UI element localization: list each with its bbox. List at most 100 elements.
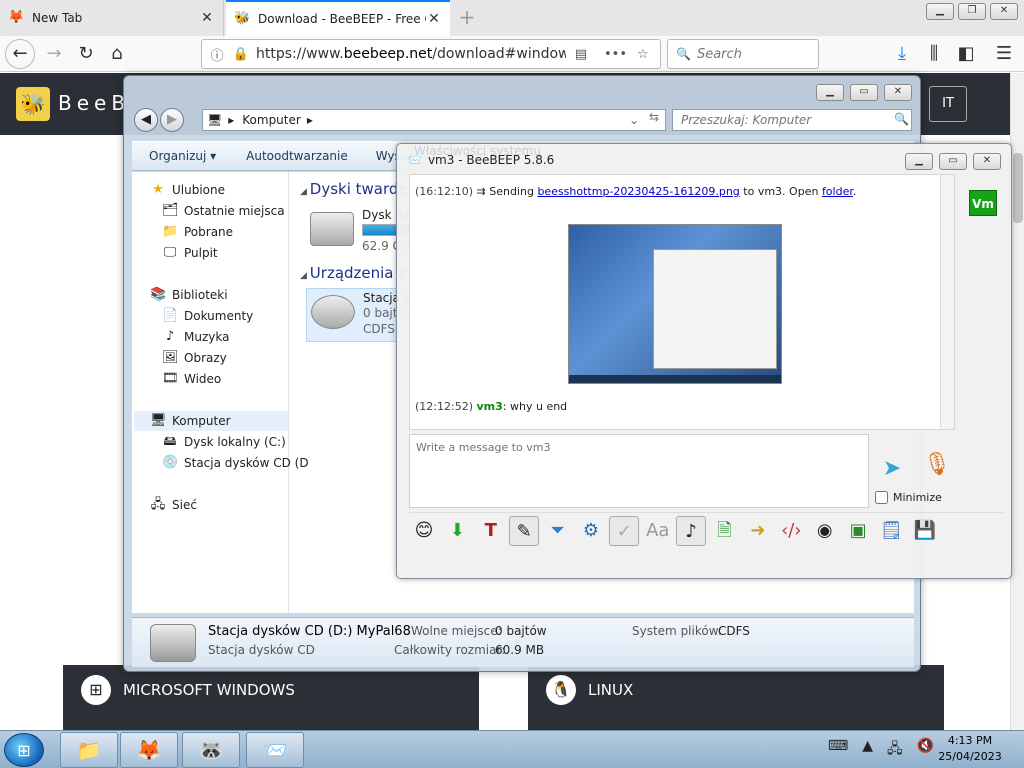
send-file-icon[interactable]: 🗎 bbox=[710, 516, 740, 546]
page-scrollbar[interactable] bbox=[1010, 73, 1024, 730]
explorer-forward-button[interactable]: ▶ bbox=[160, 108, 184, 132]
autoplay-button[interactable]: Autoodtwarzanie bbox=[246, 149, 348, 163]
explorer-maximize-button[interactable]: ▭ bbox=[850, 84, 878, 101]
user-badge[interactable]: Vm bbox=[969, 190, 997, 216]
language-button[interactable]: IT bbox=[929, 86, 967, 122]
chat-maximize-button[interactable]: ▭ bbox=[939, 153, 967, 170]
explorer-close-button[interactable]: ✕ bbox=[884, 84, 912, 101]
explorer-back-button[interactable]: ◀ bbox=[134, 108, 158, 132]
nav-libraries[interactable]: 📚 Biblioteki bbox=[150, 285, 228, 305]
nav-downloads[interactable]: 📁 Pobrane bbox=[162, 222, 233, 242]
screenshot-icon[interactable]: ▣ bbox=[843, 516, 873, 546]
beebeep-logo-icon[interactable]: 🐝 bbox=[16, 87, 50, 121]
nav-pictures[interactable]: 🖼 Obrazy bbox=[162, 348, 227, 368]
back-button[interactable]: ← bbox=[5, 39, 35, 69]
message-input[interactable] bbox=[409, 434, 869, 508]
tab-download-beebeep[interactable]: 🐝 Download - BeeBEEP - Free Offi ✕ bbox=[226, 0, 450, 36]
nav-computer[interactable]: 🖥 Komputer bbox=[134, 411, 288, 431]
nav-music[interactable]: ♪ Muzyka bbox=[162, 327, 230, 347]
close-tab-icon[interactable]: ✕ bbox=[426, 11, 442, 27]
screenshot-thumbnail[interactable] bbox=[568, 224, 782, 384]
download-arrow-icon[interactable]: ⤓ bbox=[888, 40, 916, 68]
breadcrumb-arrow-icon[interactable]: ▸ bbox=[228, 113, 234, 127]
explorer-address-bar[interactable]: 🖥 ▸ Komputer ▸ ⌄ bbox=[202, 109, 666, 131]
search-icon[interactable]: 🔍 bbox=[894, 112, 909, 126]
taskbar-clock[interactable]: 4:13 PM 25/04/2023 bbox=[934, 733, 1006, 765]
save-chat-icon[interactable]: 💾 bbox=[910, 516, 940, 546]
minimize-check[interactable] bbox=[875, 491, 888, 504]
restore-window-button[interactable]: ❐ bbox=[958, 3, 986, 20]
library-icon[interactable]: ⫼ bbox=[920, 40, 948, 68]
chat-message-log[interactable]: (16:12:10) ⇉ Sending beesshottmp-2023042… bbox=[409, 174, 955, 430]
nav-cd-drive[interactable]: 💿 Stacja dysków CD (D bbox=[162, 453, 309, 473]
nav-video[interactable]: 🎞 Wideo bbox=[162, 369, 221, 389]
chat-close-button[interactable]: ✕ bbox=[973, 153, 1001, 170]
tab-new-tab[interactable]: 🦊 New Tab ✕ bbox=[0, 0, 224, 36]
nav-network[interactable]: 🖧 Sieć bbox=[150, 495, 197, 515]
breadcrumb-arrow-icon[interactable]: ▸ bbox=[307, 113, 313, 127]
bookmark-star-icon[interactable]: ☆ bbox=[634, 47, 652, 62]
taskbar-raccoon-app-icon[interactable]: 🦝 bbox=[182, 732, 240, 768]
code-icon[interactable]: ‹/› bbox=[776, 516, 806, 546]
scroll-thumb[interactable] bbox=[1013, 153, 1023, 223]
search-bar[interactable]: 🔍 bbox=[667, 39, 819, 69]
group-hard-disks[interactable]: Dyski twarde bbox=[300, 180, 408, 198]
menu-hamburger-icon[interactable]: ☰ bbox=[990, 40, 1018, 68]
minimize-checkbox[interactable]: Minimize bbox=[875, 491, 942, 504]
download-windows[interactable]: ⊞ MICROSOFT WINDOWS bbox=[63, 665, 479, 730]
download-arrow-icon[interactable]: ⬇ bbox=[442, 516, 472, 546]
color-pen-icon[interactable]: ✎ bbox=[509, 515, 540, 546]
emoticon-icon[interactable]: 😊 bbox=[409, 516, 439, 546]
breadcrumb[interactable]: Komputer bbox=[242, 113, 301, 127]
notes-icon[interactable]: 🗒 bbox=[876, 516, 906, 546]
reload-button[interactable]: ↻ bbox=[72, 40, 100, 68]
nav-favorites[interactable]: ★ Ulubione bbox=[150, 180, 225, 200]
font-icon[interactable]: T bbox=[476, 516, 506, 546]
url-text[interactable]: https://www.beebeep.net/download#window bbox=[256, 46, 566, 62]
camera-icon[interactable]: ◉ bbox=[810, 516, 840, 546]
explorer-search-input[interactable] bbox=[672, 109, 912, 131]
microphone-icon[interactable]: 🎙 bbox=[923, 452, 951, 486]
taskbar-firefox-icon[interactable]: 🦊 bbox=[120, 732, 178, 768]
taskbar-beebeep-icon[interactable]: 📨 bbox=[246, 732, 304, 768]
organize-button[interactable]: Organizuj ▾ bbox=[149, 149, 216, 163]
close-tab-icon[interactable]: ✕ bbox=[199, 10, 215, 26]
text-format-icon[interactable]: Aa bbox=[643, 516, 673, 546]
music-note-icon[interactable]: ♪ bbox=[676, 515, 707, 546]
folder-link[interactable]: folder bbox=[822, 185, 853, 198]
url-bar[interactable]: ⓘ 🔒 https://www.beebeep.net/download#win… bbox=[201, 39, 661, 69]
forward-button[interactable]: → bbox=[40, 40, 68, 68]
chevron-down-icon[interactable]: ⌄ bbox=[629, 113, 639, 127]
chat-minimize-button[interactable]: ▁ bbox=[905, 153, 933, 170]
start-button[interactable]: ⊞ bbox=[4, 733, 44, 767]
nav-desktop[interactable]: 🖵 Pulpit bbox=[162, 243, 218, 263]
page-actions-icon[interactable]: ••• bbox=[604, 47, 627, 62]
file-link[interactable]: beesshottmp-20230425-161209.png bbox=[537, 185, 739, 198]
spellcheck-icon[interactable]: ✓ bbox=[609, 515, 640, 546]
close-window-button[interactable]: ✕ bbox=[990, 3, 1018, 20]
explorer-refresh-icon[interactable]: ⇆ bbox=[644, 110, 664, 128]
keyboard-icon[interactable]: ⌨ bbox=[828, 738, 848, 762]
filter-icon[interactable]: ⏷ bbox=[543, 516, 573, 546]
home-button[interactable]: ⌂ bbox=[103, 40, 131, 68]
download-linux[interactable]: 🐧 LINUX bbox=[528, 665, 944, 730]
nav-documents[interactable]: 📄 Dokumenty bbox=[162, 306, 253, 326]
volume-muted-icon[interactable]: 🔇 bbox=[917, 738, 934, 762]
site-title[interactable]: BeeB bbox=[58, 91, 130, 115]
nav-local-disk[interactable]: 🖴 Dysk lokalny (C:) bbox=[162, 432, 285, 452]
network-icon[interactable]: 🖧 bbox=[887, 738, 903, 762]
chat-log-scrollbar[interactable] bbox=[940, 175, 954, 429]
sidebar-icon[interactable]: ◧ bbox=[952, 40, 980, 68]
send-message-icon[interactable]: ➤ bbox=[875, 456, 909, 484]
send-folder-icon[interactable]: ➜ bbox=[743, 516, 773, 546]
info-icon[interactable]: ⓘ bbox=[208, 45, 226, 64]
explorer-minimize-button[interactable]: ▁ bbox=[816, 84, 844, 101]
new-tab-button[interactable]: + bbox=[455, 6, 479, 30]
taskbar-explorer-icon[interactable]: 📁 bbox=[60, 732, 118, 768]
nav-recent[interactable]: 🗂 Ostatnie miejsca bbox=[162, 201, 285, 221]
search-input[interactable] bbox=[696, 46, 807, 62]
reader-view-icon[interactable]: ▤ bbox=[572, 47, 590, 62]
settings-gear-icon[interactable]: ⚙ bbox=[576, 516, 606, 546]
minimize-window-button[interactable]: ▁ bbox=[926, 3, 954, 20]
show-hidden-icons-icon[interactable]: ▲ bbox=[862, 738, 873, 762]
